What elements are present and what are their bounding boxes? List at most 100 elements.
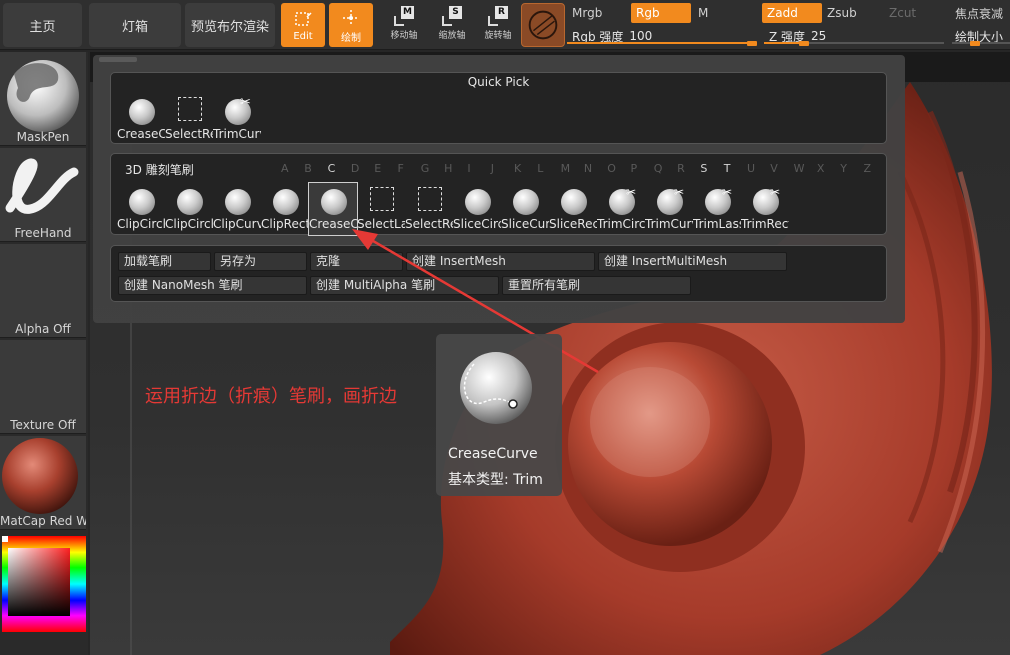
- brush-trimrect[interactable]: ✂ TrimRect: [741, 183, 789, 235]
- move-label: 移动轴: [390, 31, 418, 41]
- material-slot[interactable]: MatCap Red Wax: [0, 436, 86, 530]
- load-brush-button[interactable]: 加载笔刷: [118, 252, 211, 271]
- draw-size-slider[interactable]: 绘制大小: [952, 26, 1010, 46]
- clone-button[interactable]: 克隆: [310, 252, 403, 271]
- letter-filter-r[interactable]: R: [677, 162, 685, 175]
- brush-selectlasso[interactable]: SelectLasso: [357, 183, 405, 235]
- zadd-toggle[interactable]: Zadd: [762, 3, 822, 23]
- brush-selectrect[interactable]: SelectRect: [405, 183, 453, 235]
- brush-creasecurve[interactable]: CreaseCurve: [308, 182, 358, 236]
- letter-filter-g[interactable]: G: [421, 162, 430, 175]
- draw-button[interactable]: 绘制: [329, 3, 373, 47]
- letter-filter-x[interactable]: X: [817, 162, 825, 175]
- brush-slicecurve[interactable]: SliceCurve: [501, 183, 549, 235]
- zcut-toggle[interactable]: Zcut: [884, 3, 944, 23]
- color-picker-wheel[interactable]: [2, 536, 86, 632]
- quick-pick-trim-curve[interactable]: ✂ TrimCurve: [213, 93, 261, 145]
- cliprect-icon: [266, 183, 304, 217]
- brush-trimcircle[interactable]: ✂TrimCircle: [597, 183, 645, 235]
- slicecurve-icon: [506, 183, 544, 217]
- alpha-slot-label: Alpha Off: [15, 322, 71, 336]
- mask-pen-brush-icon: [7, 60, 79, 132]
- brush-cliprect[interactable]: ClipRect: [261, 183, 309, 235]
- brush-clipcirclecenter[interactable]: ClipCircleCenter: [165, 183, 213, 235]
- zsub-toggle[interactable]: Zsub: [822, 3, 882, 23]
- brush-trimcurve[interactable]: ✂TrimCurve: [645, 183, 693, 235]
- letter-filter-d[interactable]: D: [351, 162, 359, 175]
- letter-filter-t[interactable]: T: [724, 162, 731, 175]
- m-toggle[interactable]: M: [693, 3, 755, 23]
- create-insertmesh-button[interactable]: 创建 InsertMesh: [406, 252, 595, 271]
- material-sphere-icon: [528, 10, 558, 40]
- focal-shift-slider[interactable]: 焦点衰减: [952, 3, 1010, 23]
- rgb-intensity-slider[interactable]: Rgb 强度 100: [567, 26, 757, 46]
- letter-filter-f[interactable]: F: [398, 162, 404, 175]
- move-button[interactable]: M 移动轴: [380, 6, 428, 44]
- letter-filter-c[interactable]: C: [328, 162, 336, 175]
- letter-filter-q[interactable]: Q: [654, 162, 663, 175]
- mrgb-toggle[interactable]: Mrgb: [567, 3, 629, 23]
- letter-filter-o[interactable]: O: [607, 162, 616, 175]
- draw-icon: [343, 9, 359, 26]
- letter-filter-y[interactable]: Y: [840, 162, 847, 175]
- rotate-button[interactable]: R 旋转轴: [474, 6, 522, 44]
- brush-slicerect[interactable]: SliceRect: [549, 183, 597, 235]
- letter-filter-w[interactable]: W: [794, 162, 805, 175]
- letter-filter-u[interactable]: U: [747, 162, 755, 175]
- letter-filter-v[interactable]: V: [770, 162, 778, 175]
- creasecurve-icon: [314, 183, 352, 217]
- top-toolbar: 主页 灯箱 预览布尔渲染 Edit 绘制 M 移动轴 S 缩放轴 R 旋转轴 M…: [0, 0, 1010, 50]
- reset-all-brushes-button[interactable]: 重置所有笔刷: [502, 276, 691, 295]
- draw-size-knob[interactable]: [970, 41, 980, 46]
- letter-filter-n[interactable]: N: [584, 162, 592, 175]
- letter-filter-l[interactable]: L: [537, 162, 543, 175]
- alpha-slot[interactable]: Alpha Off: [0, 244, 86, 338]
- rgb-toggle[interactable]: Rgb: [631, 3, 691, 23]
- brush-clipcurve[interactable]: ClipCurve: [213, 183, 261, 235]
- letter-filter-p[interactable]: P: [631, 162, 638, 175]
- material-button[interactable]: [521, 3, 565, 47]
- save-as-button[interactable]: 另存为: [214, 252, 307, 271]
- z-intensity-knob[interactable]: [799, 41, 809, 46]
- create-multialpha-brush-button[interactable]: 创建 MultiAlpha 笔刷: [310, 276, 499, 295]
- texture-slot[interactable]: Texture Off: [0, 340, 86, 434]
- create-nanomesh-brush-button[interactable]: 创建 NanoMesh 笔刷: [118, 276, 307, 295]
- rotate-key: R: [495, 6, 508, 19]
- brush-palette-popup: Quick Pick CreaseCurve SelectRect ✂ Trim…: [93, 55, 905, 323]
- letter-filter-e[interactable]: E: [374, 162, 381, 175]
- quick-pick-panel: Quick Pick CreaseCurve SelectRect ✂ Trim…: [110, 72, 887, 144]
- edit-button[interactable]: Edit: [281, 3, 325, 47]
- sculpt-brushes-panel: 3D 雕刻笔刷 A B C D E F G H I J K L MN O P Q R S T U V WX Y Z ClipC…: [110, 153, 887, 236]
- letter-filter-s[interactable]: S: [700, 162, 707, 175]
- brush-slot[interactable]: MaskPen: [0, 52, 86, 146]
- tooltip-brush-type: 基本类型: Trim: [448, 472, 543, 488]
- brush-label: SelectRect: [405, 217, 453, 231]
- brush-label: ClipCircle: [117, 217, 165, 231]
- lightbox-button[interactable]: 灯箱: [89, 3, 181, 47]
- brush-clipcircle[interactable]: ClipCircle: [117, 183, 165, 235]
- letter-filter-i[interactable]: I: [467, 162, 470, 175]
- z-intensity-slider[interactable]: Z 强度 25: [764, 26, 944, 46]
- slicecirc-icon: [458, 183, 496, 217]
- popup-drag-handle[interactable]: [99, 57, 137, 62]
- scale-button[interactable]: S 缩放轴: [428, 6, 476, 44]
- letter-filter-h[interactable]: H: [444, 162, 452, 175]
- crease-curve-icon: [122, 93, 160, 127]
- letter-filter-m[interactable]: M: [561, 162, 571, 175]
- preview-boolean-render-button[interactable]: 预览布尔渲染: [185, 3, 275, 47]
- letter-filter-j[interactable]: J: [491, 162, 494, 175]
- matcap-red-wax-icon: [2, 438, 78, 514]
- stroke-slot[interactable]: FreeHand: [0, 148, 86, 242]
- letter-filter-b[interactable]: B: [304, 162, 312, 175]
- color-picker[interactable]: [2, 536, 86, 632]
- home-button[interactable]: 主页: [3, 3, 82, 47]
- create-insertmultimesh-button[interactable]: 创建 InsertMultiMesh: [598, 252, 787, 271]
- letter-filter-z[interactable]: Z: [864, 162, 872, 175]
- quick-pick-crease-curve[interactable]: CreaseCurve: [117, 93, 165, 145]
- quick-pick-select-rect[interactable]: SelectRect: [165, 93, 213, 145]
- letter-filter-a[interactable]: A: [281, 162, 289, 175]
- brush-trimlasso[interactable]: ✂TrimLasso: [693, 183, 741, 235]
- brush-slicecirc[interactable]: SliceCirc: [453, 183, 501, 235]
- letter-filter-k[interactable]: K: [514, 162, 521, 175]
- rgb-intensity-knob[interactable]: [747, 41, 757, 46]
